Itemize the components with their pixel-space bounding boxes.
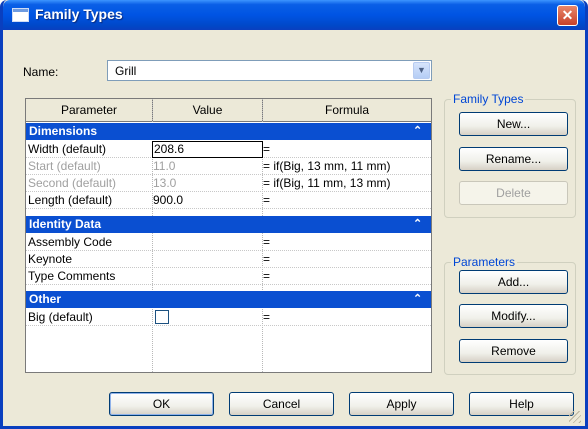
window-title: Family Types	[35, 6, 123, 22]
table-row[interactable]: Length (default) 900.0 =	[26, 192, 431, 209]
help-button[interactable]: Help	[469, 392, 574, 416]
parameter-cell: Type Comments	[28, 269, 116, 283]
table-row: Start (default) 11.0 = if(Big, 13 mm, 11…	[26, 158, 431, 175]
value-cell: 13.0	[153, 176, 177, 190]
close-icon[interactable]: ✕	[557, 5, 578, 26]
formula-cell[interactable]: =	[263, 252, 270, 266]
value-cell: 11.0	[153, 159, 176, 173]
table-row: Second (default) 13.0 = if(Big, 11 mm, 1…	[26, 175, 431, 192]
collapse-icon[interactable]: ⌃	[413, 217, 422, 230]
parameters-group-title: Parameters	[451, 255, 518, 269]
width-value-input[interactable]: 208.6	[152, 141, 263, 158]
collapse-icon[interactable]: ⌃	[413, 292, 422, 305]
group-header-identity-data[interactable]: Identity Data ⌃	[26, 216, 431, 233]
parameter-cell: Width (default)	[28, 142, 107, 156]
group-title: Dimensions	[29, 124, 98, 138]
name-value: Grill	[115, 64, 137, 78]
remove-parameter-button[interactable]: Remove	[459, 339, 568, 363]
group-title: Identity Data	[29, 217, 102, 231]
new-type-button[interactable]: New...	[459, 112, 568, 136]
add-parameter-button[interactable]: Add...	[459, 270, 568, 294]
table-row[interactable]: Keynote =	[26, 251, 431, 268]
parameter-cell: Second (default)	[28, 176, 117, 190]
parameter-cell: Length (default)	[28, 193, 113, 207]
modify-parameter-button[interactable]: Modify...	[459, 304, 568, 328]
ok-button[interactable]: OK	[109, 392, 214, 416]
grid-header: Parameter Value Formula	[26, 99, 431, 122]
formula-cell[interactable]: = if(Big, 11 mm, 13 mm)	[263, 176, 390, 190]
group-header-dimensions[interactable]: Dimensions ⌃	[26, 123, 431, 140]
value-text: 208.6	[154, 142, 185, 156]
cancel-button[interactable]: Cancel	[229, 392, 334, 416]
rename-type-button[interactable]: Rename...	[459, 147, 568, 171]
table-row[interactable]: Big (default) =	[26, 309, 431, 326]
group-title: Other	[29, 292, 62, 306]
parameter-cell: Start (default)	[28, 159, 101, 173]
family-types-dialog: Family Types ✕ Name: Grill ▼ Parameter V…	[0, 0, 588, 429]
formula-cell[interactable]: =	[263, 235, 270, 249]
formula-cell[interactable]: =	[263, 142, 270, 156]
chevron-down-icon[interactable]: ▼	[413, 62, 430, 79]
parameter-cell: Assembly Code	[28, 235, 113, 249]
table-row[interactable]: Assembly Code =	[26, 234, 431, 251]
name-dropdown[interactable]: Grill ▼	[107, 60, 432, 81]
formula-cell[interactable]: = if(Big, 13 mm, 11 mm)	[263, 159, 390, 173]
table-row[interactable]: Width (default) 208.6 =	[26, 141, 431, 158]
big-checkbox[interactable]	[155, 310, 169, 324]
apply-button[interactable]: Apply	[349, 392, 454, 416]
formula-cell[interactable]: =	[263, 269, 270, 283]
parameter-cell: Big (default)	[28, 310, 93, 324]
column-header-value[interactable]: Value	[153, 99, 263, 121]
parameter-cell: Keynote	[28, 252, 73, 266]
parameter-grid: Parameter Value Formula Dimensions ⌃ Wid…	[25, 98, 432, 373]
collapse-icon[interactable]: ⌃	[413, 124, 422, 137]
formula-cell[interactable]: =	[263, 193, 270, 207]
delete-type-button[interactable]: Delete	[459, 181, 568, 205]
table-row[interactable]: Type Comments =	[26, 268, 431, 285]
formula-cell[interactable]: =	[263, 310, 270, 324]
column-header-parameter[interactable]: Parameter	[26, 99, 153, 121]
column-header-formula[interactable]: Formula	[263, 99, 431, 121]
group-header-other[interactable]: Other ⌃	[26, 291, 431, 308]
name-label: Name:	[23, 65, 59, 79]
title-bar[interactable]: Family Types ✕	[3, 0, 585, 30]
window-icon	[12, 8, 29, 22]
family-types-group-title: Family Types	[451, 92, 526, 106]
value-cell[interactable]: 900.0	[153, 193, 183, 207]
resize-grip[interactable]	[569, 411, 581, 423]
